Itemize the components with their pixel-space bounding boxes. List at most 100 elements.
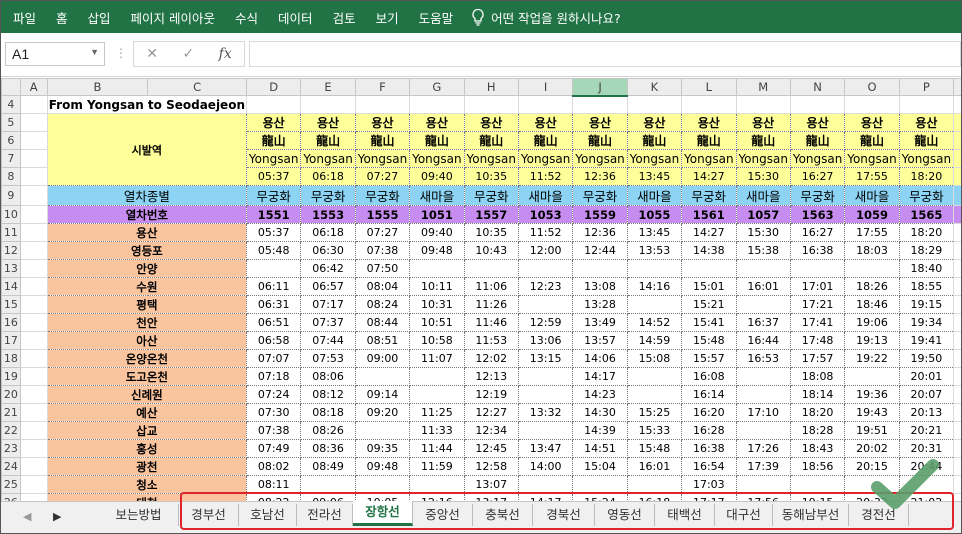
cell[interactable] [19, 259, 48, 278]
time-cell[interactable]: 06:57 [300, 277, 356, 296]
time-cell[interactable]: 18:08 [789, 367, 846, 386]
time-cell[interactable]: 17:26 [735, 439, 791, 458]
time-cell[interactable]: 08:24 [354, 295, 411, 314]
column-header[interactable]: K [626, 78, 683, 96]
departure-station-kr[interactable]: 용산 [300, 113, 356, 132]
departure-station-hanja[interactable]: 龍山 [463, 131, 519, 150]
time-cell[interactable]: 09:06 [300, 493, 356, 501]
time-cell[interactable]: 20:07 [898, 385, 955, 404]
time-cell[interactable] [735, 475, 791, 494]
column-header[interactable]: P [898, 78, 955, 96]
row-header[interactable]: 14 [1, 277, 21, 296]
ribbon-tab-data[interactable]: 데이터 [278, 8, 333, 27]
time-cell[interactable] [626, 295, 683, 314]
time-cell[interactable]: 15:57 [681, 349, 737, 368]
time-cell[interactable]: 17:41 [789, 313, 846, 332]
time-cell[interactable]: 06:42 [300, 259, 356, 278]
time-cell[interactable]: 19:15 [898, 295, 955, 314]
time-cell[interactable]: 08:51 [354, 331, 411, 350]
row-header[interactable]: 20 [1, 385, 21, 404]
departure-station-en[interactable]: Yongsan [789, 149, 846, 168]
time-cell[interactable]: 07:07 [245, 349, 302, 368]
departure-time[interactable]: 05:37 [245, 167, 302, 186]
time-cell[interactable] [844, 367, 900, 386]
time-cell[interactable] [626, 367, 683, 386]
train-type[interactable]: 무궁화 [681, 185, 737, 206]
cell[interactable] [681, 95, 737, 114]
time-cell[interactable]: 20:15 [844, 457, 900, 476]
cell[interactable] [19, 241, 48, 260]
row-header[interactable]: 18 [1, 349, 21, 368]
cell[interactable] [19, 295, 48, 314]
departure-station-kr[interactable]: 용산 [245, 113, 302, 132]
departure-label[interactable]: 시발역 [46, 113, 247, 186]
train-type[interactable]: 새마을 [517, 185, 574, 206]
time-cell[interactable] [517, 385, 574, 404]
time-cell[interactable]: 19:22 [844, 349, 900, 368]
time-cell[interactable]: 10:51 [409, 313, 465, 332]
time-cell[interactable]: 10:11 [409, 277, 465, 296]
time-cell[interactable]: 14:51 [572, 439, 628, 458]
row-header[interactable]: 5 [1, 113, 21, 132]
time-cell[interactable]: 17:21 [789, 295, 846, 314]
station-name[interactable]: 천안 [46, 313, 247, 332]
departure-station-en[interactable]: Yongsan [735, 149, 791, 168]
column-header[interactable]: B [46, 78, 149, 96]
row-header[interactable]: 15 [1, 295, 21, 314]
chevron-down-icon[interactable]: ▼ [90, 47, 99, 57]
sheet-tab[interactable]: 대구선 [715, 504, 773, 526]
train-type[interactable]: 무궁화 [463, 185, 519, 206]
time-cell[interactable]: 18:43 [789, 439, 846, 458]
column-header[interactable]: J [572, 78, 628, 97]
station-name[interactable]: 예산 [46, 403, 247, 422]
departure-time[interactable]: 11:52 [517, 167, 574, 186]
time-cell[interactable]: 17:55 [844, 223, 900, 242]
departure-station-hanja[interactable]: 龍山 [572, 131, 628, 150]
worksheet-grid[interactable]: A B C D E F G H I J K L M N O P 4 From Yongsan to Seodaej… [1, 78, 961, 501]
time-cell[interactable]: 15:04 [572, 457, 628, 476]
train-type[interactable]: 무궁화 [898, 185, 955, 206]
time-cell[interactable]: 14:17 [517, 493, 574, 501]
sheet-tab[interactable]: 경전선 [849, 504, 909, 526]
train-type[interactable]: 무궁화 [300, 185, 356, 206]
time-cell[interactable]: 18:20 [898, 223, 955, 242]
column-header[interactable]: D [245, 78, 302, 96]
time-cell[interactable]: 09:48 [409, 241, 465, 260]
time-cell[interactable] [789, 259, 846, 278]
train-number[interactable]: 1053 [517, 205, 574, 224]
time-cell[interactable]: 15:21 [681, 295, 737, 314]
cell[interactable] [19, 149, 48, 168]
time-cell[interactable]: 20:02 [844, 439, 900, 458]
column-header[interactable]: E [300, 78, 356, 96]
train-type[interactable]: 새마을 [626, 185, 683, 206]
cell[interactable] [19, 131, 48, 150]
time-cell[interactable]: 16:38 [789, 241, 846, 260]
time-cell[interactable]: 10:05 [354, 493, 411, 501]
departure-station-en[interactable]: Yongsan [572, 149, 628, 168]
train-number[interactable]: 1565 [898, 205, 955, 224]
time-cell[interactable]: 13:49 [572, 313, 628, 332]
time-cell[interactable] [844, 475, 900, 494]
time-cell[interactable] [572, 259, 628, 278]
time-cell[interactable] [517, 475, 574, 494]
time-cell[interactable]: 19:34 [898, 313, 955, 332]
station-name[interactable]: 수원 [46, 277, 247, 296]
time-cell[interactable]: 09:35 [354, 439, 411, 458]
time-cell[interactable]: 07:38 [245, 421, 302, 440]
row-header[interactable]: 9 [1, 185, 21, 206]
time-cell[interactable]: 21:02 [898, 493, 955, 501]
time-cell[interactable] [626, 259, 683, 278]
time-cell[interactable] [626, 475, 683, 494]
time-cell[interactable]: 20:21 [898, 421, 955, 440]
time-cell[interactable]: 20:13 [898, 403, 955, 422]
row-header[interactable]: 19 [1, 367, 21, 386]
time-cell[interactable]: 17:48 [789, 331, 846, 350]
column-header[interactable]: G [409, 78, 465, 96]
time-cell[interactable]: 08:12 [300, 385, 356, 404]
cell[interactable] [19, 349, 48, 368]
sheet-tab[interactable]: 중앙선 [413, 504, 473, 526]
departure-time[interactable]: 13:45 [626, 167, 683, 186]
sheet-tab[interactable]: 호남선 [239, 504, 297, 526]
time-cell[interactable] [517, 259, 574, 278]
cell[interactable] [517, 95, 574, 114]
